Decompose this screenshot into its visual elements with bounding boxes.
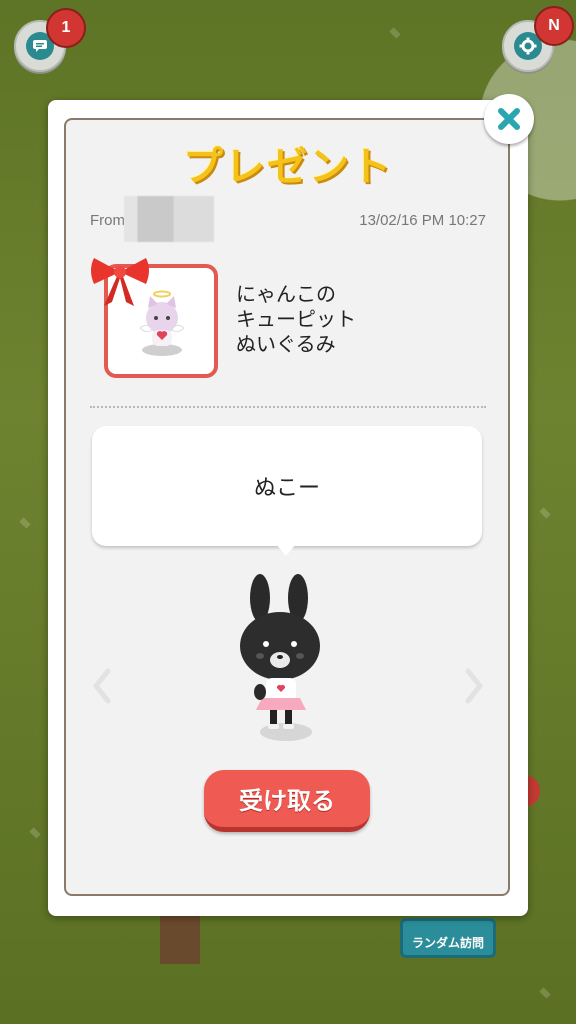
receive-button[interactable]: 受け取る — [204, 770, 370, 832]
message-text: ぬこー — [253, 476, 320, 501]
dotted-divider — [90, 406, 486, 408]
dialog-title: プレゼント — [183, 144, 393, 190]
sender-name-redacted — [124, 196, 214, 242]
message-bubble: ぬこー — [92, 426, 482, 546]
message-bubble-tail — [276, 544, 296, 556]
random-visit-sign[interactable]: ランダム訪問 — [400, 918, 496, 958]
chevron-left-icon[interactable] — [88, 662, 116, 710]
ribbon-bow-icon — [91, 258, 149, 306]
close-icon — [498, 108, 520, 130]
chat-notification-badge: 1 — [46, 8, 86, 48]
timestamp: 13/02/16 PM 10:27 — [359, 212, 486, 229]
sender-avatar-black-rabbit — [240, 574, 320, 741]
chevron-right-icon[interactable] — [460, 662, 488, 710]
close-button[interactable] — [484, 94, 534, 144]
present-item-name: にゃんこの キューピット ぬいぐるみ — [236, 282, 356, 356]
settings-new-badge: N — [534, 6, 574, 46]
from-label: From — [90, 212, 125, 229]
